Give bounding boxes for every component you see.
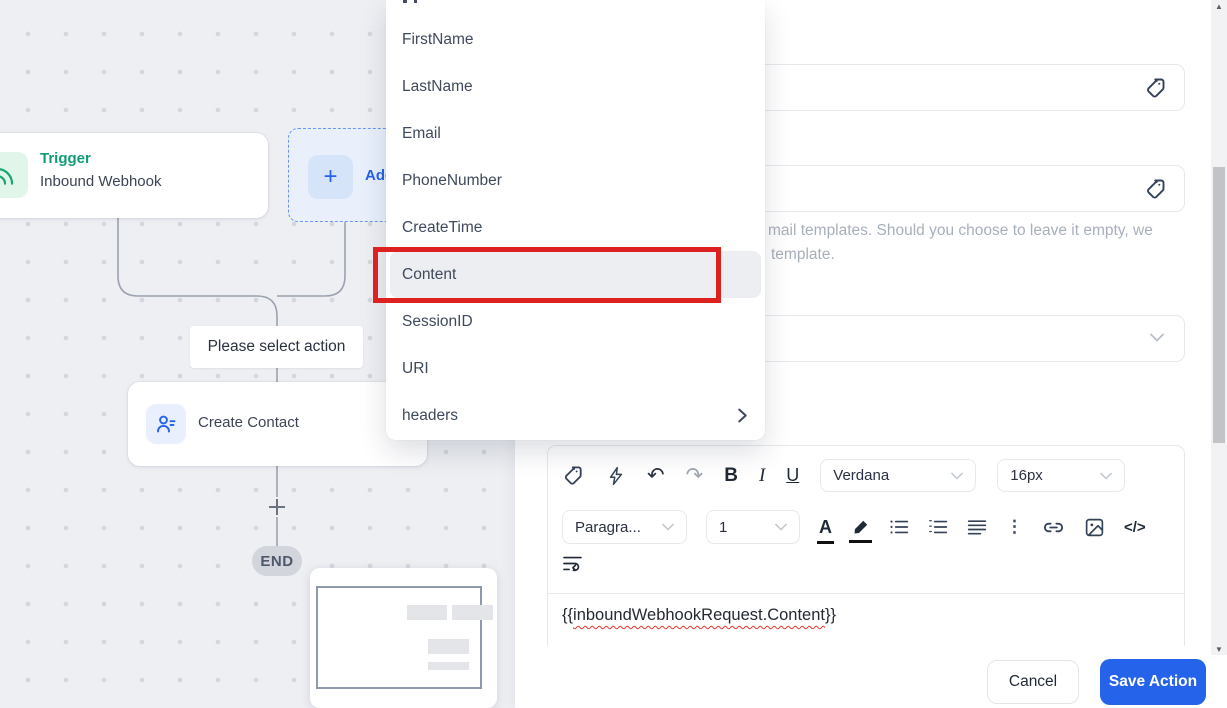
clipped-item-remnant	[403, 0, 407, 3]
toolbar-separator	[548, 593, 1184, 594]
panel-footer: Cancel Save Action	[515, 646, 1227, 708]
highlighter-icon	[854, 520, 868, 533]
text-wrap-icon[interactable]	[562, 555, 583, 572]
minimap-node-bar	[428, 662, 469, 670]
dropdown-item-firstname[interactable]: FirstName	[386, 16, 765, 63]
tag-merge-field-button[interactable]	[1142, 74, 1170, 102]
rich-text-editor: ↶ ↷ B I U Verdana 16px Paragra... 1 A ⋮ …	[547, 445, 1185, 646]
clipped-item-remnant	[414, 0, 417, 3]
scroll-down-arrow[interactable]: ▼	[1211, 643, 1227, 655]
insert-link-icon[interactable]	[1042, 516, 1065, 539]
helper-text-line-2: template.	[771, 246, 835, 263]
redo-icon[interactable]: ↷	[686, 463, 704, 488]
tag-merge-field-button[interactable]	[1142, 175, 1170, 203]
italic-button[interactable]: I	[759, 465, 765, 487]
dropdown-item-sessionid[interactable]: SessionID	[386, 298, 765, 345]
save-action-button[interactable]: Save Action	[1100, 659, 1206, 705]
chevron-down-icon	[775, 523, 787, 531]
minimap-node-bar	[452, 605, 493, 620]
chevron-down-icon	[662, 523, 674, 531]
font-family-value: Verdana	[833, 467, 890, 484]
editor-toolbar-row-2: Paragra... 1 A ⋮ </>	[562, 510, 1146, 544]
line-height-value: 1	[719, 518, 728, 536]
helper-text-line-1: mail templates. Should you choose to lea…	[768, 222, 1153, 239]
minimap-viewport-rect	[316, 586, 482, 689]
font-size-value: 16px	[1010, 467, 1043, 484]
editor-toolbar-row-1: ↶ ↷ B I U Verdana 16px	[562, 459, 1126, 492]
highlight-color-swatch	[849, 539, 872, 543]
minimap-node-bar	[428, 639, 469, 654]
merge-tag-suffix: }}	[825, 606, 837, 624]
paragraph-style-select[interactable]: Paragra...	[562, 510, 687, 544]
dropdown-item-phonenumber[interactable]: PhoneNumber	[386, 157, 765, 204]
dropdown-item-headers[interactable]: headers	[386, 392, 765, 439]
lightning-shortcut-icon[interactable]	[606, 465, 626, 487]
contact-person-icon	[146, 404, 186, 444]
select-action-prompt: Please select action	[190, 326, 363, 368]
dropdown-item-createtime[interactable]: CreateTime	[386, 204, 765, 251]
scrollbar-thumb[interactable]	[1213, 167, 1225, 443]
dropdown-item-headers-label: headers	[402, 406, 459, 424]
end-node: END	[252, 546, 302, 576]
merge-tag-prefix: {{	[562, 606, 574, 624]
more-options-icon[interactable]: ⋮	[1006, 517, 1023, 537]
underline-button[interactable]: U	[786, 465, 799, 486]
merge-field-dropdown: FirstName LastName Email PhoneNumber Cre…	[386, 0, 765, 440]
minimap-node-bar	[407, 605, 447, 620]
bullet-list-icon[interactable]	[889, 518, 909, 536]
add-step-plus-icon	[269, 499, 285, 515]
webhook-signal-icon	[0, 152, 28, 198]
chevron-down-icon	[1150, 333, 1164, 342]
create-contact-node[interactable]: Create Contact	[128, 382, 427, 466]
font-color-swatch	[817, 540, 834, 544]
tag-merge-field-icon[interactable]	[562, 464, 585, 487]
dropdown-item-lastname[interactable]: LastName	[386, 63, 765, 110]
create-contact-label: Create Contact	[198, 414, 299, 431]
trigger-node-subtitle: Inbound Webhook	[40, 173, 162, 190]
numbered-list-icon[interactable]	[928, 518, 948, 536]
font-size-select[interactable]: 16px	[997, 459, 1126, 492]
plus-icon: +	[308, 155, 353, 199]
cancel-button[interactable]: Cancel	[987, 660, 1079, 704]
dropdown-item-content[interactable]: Content	[390, 251, 761, 298]
chevron-right-icon	[736, 408, 749, 423]
dropdown-item-uri[interactable]: URI	[386, 345, 765, 392]
line-height-select[interactable]: 1	[706, 510, 800, 544]
font-color-letter: A	[819, 516, 832, 537]
editor-body[interactable]: {{inboundWebhookRequest.Content}}	[562, 606, 1170, 625]
font-color-button[interactable]: A	[817, 516, 834, 544]
paragraph-style-value: Paragra...	[575, 518, 641, 536]
chevron-down-icon	[1100, 472, 1113, 480]
dropdown-item-email[interactable]: Email	[386, 110, 765, 157]
panel-scrollbar[interactable]: ▲ ▼	[1211, 0, 1227, 655]
merge-tag-variable: inboundWebhookRequest.Content	[573, 606, 825, 624]
scroll-up-arrow[interactable]: ▲	[1211, 0, 1227, 12]
chevron-down-icon	[951, 472, 964, 480]
undo-icon[interactable]: ↶	[647, 463, 665, 488]
highlight-color-button[interactable]	[849, 518, 872, 543]
bold-button[interactable]: B	[724, 465, 738, 487]
trigger-node[interactable]: Trigger Inbound Webhook	[0, 133, 268, 218]
canvas-minimap[interactable]	[310, 568, 497, 708]
align-justify-icon[interactable]	[967, 519, 987, 535]
trigger-node-title: Trigger	[40, 150, 91, 167]
workflow-builder-screen: Trigger Inbound Webhook + Add Please sel…	[0, 0, 1227, 708]
insert-image-icon[interactable]	[1084, 517, 1105, 538]
font-family-select[interactable]: Verdana	[820, 459, 977, 492]
editor-toolbar-row-3	[562, 555, 583, 572]
code-view-icon[interactable]: </>	[1124, 519, 1146, 536]
